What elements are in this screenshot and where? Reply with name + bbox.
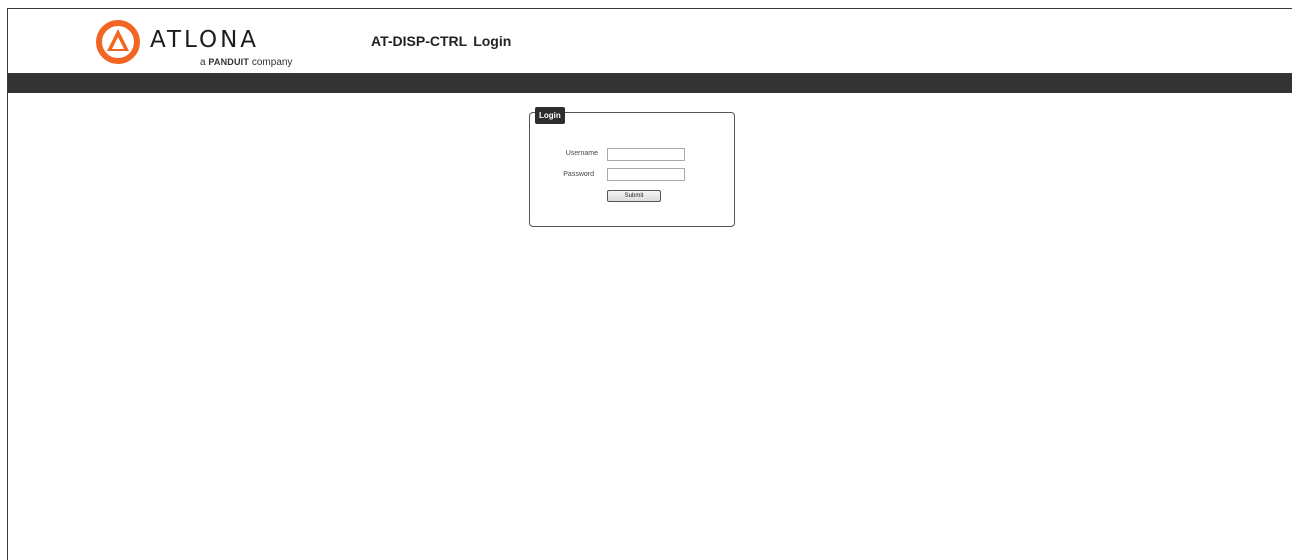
password-field[interactable] (607, 168, 685, 181)
username-label: Username (565, 150, 598, 157)
login-legend: Login (535, 107, 565, 124)
header: ATLONA a PANDUIT company (8, 9, 1292, 73)
brand-name: ATLONA (150, 27, 260, 53)
product-name: AT-DISP-CTRL (371, 33, 468, 49)
tagline-brand: PANDUIT (208, 57, 250, 67)
page-title: AT-DISP-CTRL Login (371, 33, 517, 49)
password-label: Password (563, 171, 594, 178)
brand-tagline: a PANDUIT company (200, 57, 292, 68)
atlona-logo: ATLONA a PANDUIT company (96, 20, 326, 72)
nav-bar (8, 73, 1292, 93)
tagline-suffix: company (251, 57, 293, 68)
atlona-logo-icon (96, 20, 140, 64)
page-name: Login (473, 33, 512, 49)
username-field[interactable] (607, 148, 685, 161)
tagline-prefix: a (200, 57, 206, 68)
submit-button[interactable]: Submit (607, 190, 661, 202)
